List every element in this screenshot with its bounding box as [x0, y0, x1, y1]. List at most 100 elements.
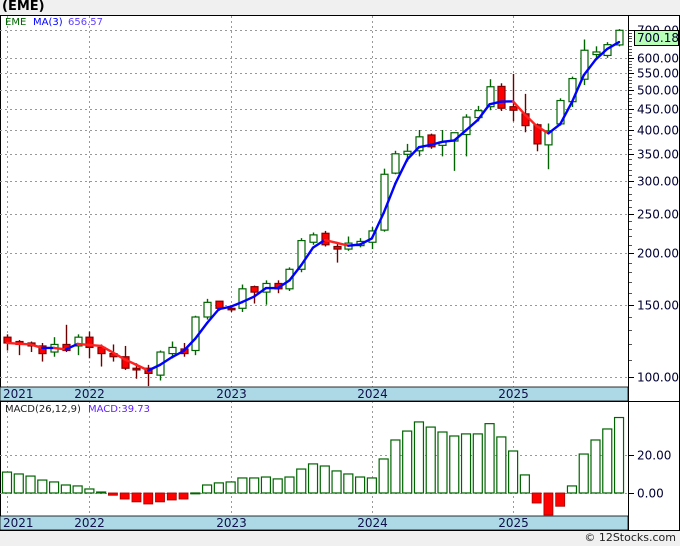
- macd-bar-positive: [355, 476, 366, 494]
- price-tick-label: 300.00: [637, 175, 679, 189]
- macd-bar-positive: [602, 428, 613, 494]
- macd-bar-positive: [13, 473, 24, 494]
- macd-bar-negative: [131, 492, 142, 503]
- year-label: 2023: [216, 516, 247, 530]
- price-tick-label: 250.00: [637, 208, 679, 222]
- candle-up: [238, 288, 247, 309]
- candle-down: [497, 85, 506, 109]
- macd-bar-positive: [508, 450, 519, 494]
- macd-bar-positive: [84, 488, 95, 494]
- candle-down: [215, 300, 224, 309]
- ma-segment: [347, 243, 362, 247]
- candle-down: [227, 307, 236, 311]
- candle-up: [592, 51, 601, 56]
- chart-frame: [0, 15, 680, 531]
- price-tick-label: 500.00: [637, 84, 679, 98]
- macd-bar-positive: [590, 439, 601, 494]
- legend-ma-value: 656.57: [68, 17, 103, 28]
- candle-down: [250, 286, 259, 293]
- legend-ma-label: MA(3): [33, 17, 63, 28]
- candle-up: [309, 234, 318, 243]
- macd-bar-positive: [413, 421, 425, 494]
- stock-chart: 2021 2021 2022 2022 2023 2023 2024 2024 2025 2025…: [0, 15, 680, 531]
- year-label: 2021: [3, 516, 34, 530]
- macd-bar-positive: [472, 433, 483, 494]
- year-label: 2023: [216, 387, 247, 401]
- macd-tick-label: 20.00: [637, 449, 671, 463]
- macd-bar-positive: [390, 439, 401, 494]
- macd-bar-positive: [460, 433, 472, 494]
- macd-bar-positive: [496, 436, 507, 494]
- price-tick-label: 200.00: [637, 247, 679, 261]
- macd-bar-positive: [519, 474, 530, 494]
- macd-bar-negative: [178, 492, 189, 500]
- candle-up: [391, 153, 400, 174]
- macd-bar-positive: [213, 482, 224, 494]
- macd-bar-negative: [166, 492, 177, 501]
- year-label: 2022: [74, 516, 105, 530]
- year-label: 2025: [498, 387, 529, 401]
- candle-down: [509, 106, 518, 111]
- macd-bar-negative: [543, 492, 554, 516]
- ma-segment: [5, 341, 20, 345]
- macd-bar-positive: [25, 475, 36, 494]
- price-tick-label: 400.00: [637, 124, 679, 138]
- macd-bar-positive: [613, 416, 625, 494]
- legend-symbol: EME: [5, 17, 26, 28]
- macd-bar-positive: [284, 476, 295, 494]
- macd-bar-positive: [437, 431, 448, 494]
- macd-bar-positive: [48, 481, 60, 494]
- macd-bar-positive: [190, 492, 201, 495]
- candle-up: [168, 346, 177, 355]
- macd-legend-label: MACD(26,12,9): [5, 404, 81, 415]
- year-label: 2021: [3, 387, 34, 401]
- year-label: 2025: [498, 516, 529, 530]
- macd-bar-positive: [378, 458, 389, 494]
- price-tick-label: 450.00: [637, 103, 679, 117]
- macd-bar-positive: [272, 478, 283, 494]
- macd-bar-positive: [331, 470, 342, 494]
- macd-bar-positive: [237, 477, 248, 494]
- macd-bar-negative: [531, 492, 542, 504]
- macd-bar-positive: [72, 485, 83, 494]
- macd-bar-positive: [449, 435, 460, 494]
- macd-bar-negative: [143, 492, 154, 505]
- candle-down: [333, 245, 342, 250]
- ma-segment: [88, 343, 103, 348]
- last-price-tag-text: 700.18: [637, 31, 679, 45]
- candle-up: [403, 150, 412, 155]
- ma-segment: [52, 346, 68, 351]
- macd-tick-label: 0.00: [637, 487, 664, 501]
- candle-down: [132, 367, 141, 371]
- macd-bar-positive: [425, 426, 436, 494]
- macd-bar-positive: [201, 484, 213, 494]
- macd-bar-positive: [60, 484, 71, 494]
- macd-bar-positive: [260, 476, 272, 494]
- ma-segment: [17, 342, 32, 346]
- candle-up: [203, 301, 212, 318]
- price-tick-label: 600.00: [637, 52, 679, 66]
- macd-bar-positive: [566, 485, 578, 494]
- macd-bar-positive: [307, 463, 319, 494]
- macd-bar-positive: [402, 430, 413, 494]
- macd-bar-positive: [225, 481, 236, 494]
- macd-bar-positive: [37, 479, 48, 494]
- year-label: 2024: [357, 387, 388, 401]
- macd-bar-negative: [108, 492, 118, 496]
- macd-bar-positive: [249, 477, 260, 494]
- price-tick-label: 350.00: [637, 148, 679, 162]
- macd-bar-negative: [555, 492, 566, 507]
- price-tick-label: 150.00: [637, 299, 679, 313]
- price-tick-label: 550.00: [637, 67, 679, 81]
- macd-bar-positive: [578, 453, 589, 494]
- footer-copyright: © 12Stocks.com: [584, 531, 676, 544]
- macd-bar-positive: [96, 491, 107, 494]
- price-tick-label: 100.00: [637, 371, 679, 385]
- macd-bar-positive: [296, 468, 307, 494]
- ma-segment: [76, 342, 91, 347]
- macd-bar-negative: [119, 492, 130, 500]
- macd-bar-negative: [155, 492, 165, 503]
- macd-bar-positive: [366, 477, 377, 494]
- ma-segment: [441, 139, 456, 144]
- year-label: 2022: [74, 387, 105, 401]
